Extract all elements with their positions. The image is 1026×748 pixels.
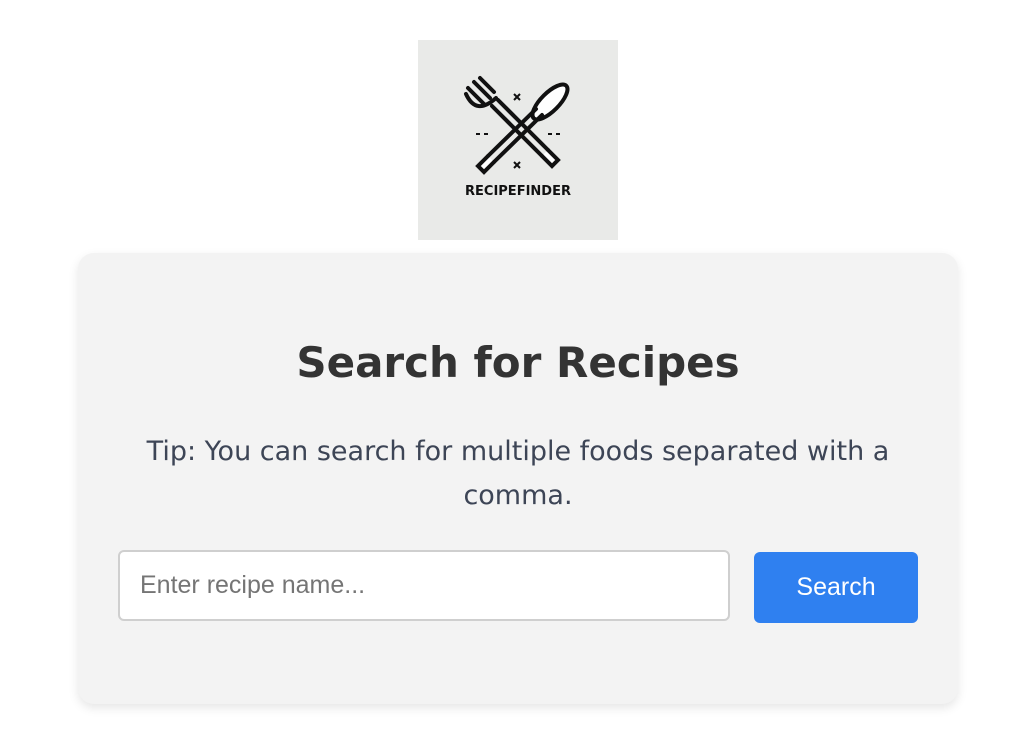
recipe-search-input[interactable] — [118, 550, 730, 621]
crossed-fork-and-spoon-icon — [464, 76, 570, 175]
logo-text: RECIPEFINDER — [465, 184, 571, 199]
recipe-finder-logo: RECIPEFINDER — [418, 40, 618, 240]
search-card: Search for Recipes Tip: You can search f… — [78, 253, 958, 704]
search-tip: Tip: You can search for multiple foods s… — [146, 436, 890, 511]
page-title: Search for Recipes — [296, 338, 740, 387]
search-button[interactable]: Search — [754, 552, 918, 623]
